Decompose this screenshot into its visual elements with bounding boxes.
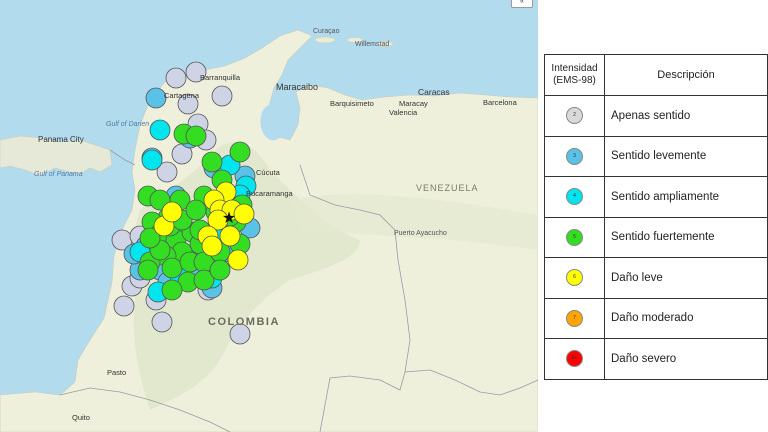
report-symbol-intensity-5[interactable] (161, 279, 183, 301)
intensity-symbol: 4 (566, 188, 583, 206)
legend-row: 3 Sentido levemente (544, 135, 768, 177)
legend-label: Daño severo (604, 338, 768, 380)
legend-label: Sentido levemente (604, 135, 768, 177)
label-curacao: Curaçao (313, 28, 340, 35)
intensity-symbol: 5 (566, 228, 583, 246)
label-caracas: Caracas (418, 87, 450, 97)
label-puerto-ayacucho: Puerto Ayacucho (394, 230, 447, 237)
report-symbol-intensity-6[interactable] (219, 225, 241, 247)
legend-label: Daño moderado (604, 297, 768, 339)
label-colombia: COLOMBIA (208, 316, 280, 328)
legend-header-intensity: Intensidad (EMS-98) (544, 54, 605, 96)
intensity-symbol: 2 (566, 107, 583, 125)
report-symbol-intensity-5[interactable] (161, 257, 183, 279)
legend-label: Daño leve (604, 257, 768, 299)
report-symbol-intensity-5[interactable] (185, 199, 207, 221)
label-barcelona: Barcelona (483, 98, 518, 107)
legend-row: 7 Daño moderado (544, 297, 768, 339)
label-venezuela: VENEZUELA (416, 183, 479, 193)
label-pasto: Pasto (107, 368, 126, 377)
report-symbol-intensity-5[interactable] (229, 141, 251, 163)
label-valencia: Valencia (389, 108, 418, 117)
label-cartagena: Cartagena (164, 91, 200, 100)
label-quito: Quito (72, 413, 90, 422)
report-symbol-intensity-2[interactable] (165, 67, 187, 89)
legend-row: 2 Apenas sentido (544, 95, 768, 137)
legend-label: Apenas sentido (604, 95, 768, 137)
intensity-symbol: 6 (566, 269, 583, 287)
intensity-symbol: 8+ (566, 350, 583, 368)
label-willemstad: Willemstad (355, 41, 389, 48)
report-symbol-intensity-6[interactable] (233, 203, 255, 225)
report-symbol-intensity-2[interactable] (211, 85, 233, 107)
legend-row: 4 Sentido ampliamente (544, 176, 768, 218)
legend-row: 5 Sentido fuertemente (544, 216, 768, 258)
legend-label: Sentido fuertemente (604, 216, 768, 258)
report-symbol-intensity-5[interactable] (137, 259, 159, 281)
lake-maracaibo (260, 103, 286, 141)
report-symbol-intensity-6[interactable] (201, 235, 223, 257)
report-symbol-intensity-3[interactable] (145, 87, 167, 109)
report-symbol-intensity-4[interactable] (141, 149, 163, 171)
label-maracay: Maracay (399, 99, 428, 108)
legend-header-description: Descripción (604, 54, 768, 96)
label-cucuta: Cúcuta (256, 168, 281, 177)
collapse-button[interactable]: « (511, 0, 533, 8)
report-symbol-intensity-2[interactable] (151, 311, 173, 333)
report-symbol-intensity-6[interactable] (227, 249, 249, 271)
report-symbol-intensity-5[interactable] (209, 259, 231, 281)
report-symbol-intensity-5[interactable] (185, 125, 207, 147)
label-gulf-panama: Gulf of Panama (34, 171, 83, 178)
legend-row: 6 Daño leve (544, 257, 768, 299)
label-barranquilla: Barranquilla (200, 73, 241, 82)
black-star-icon[interactable]: ★ (222, 208, 236, 227)
report-symbol-intensity-5[interactable] (201, 151, 223, 173)
report-symbol-intensity-2[interactable] (113, 295, 135, 317)
report-symbol-intensity-4[interactable] (149, 119, 171, 141)
legend-label: Sentido ampliamente (604, 176, 768, 218)
intensity-symbol: 3 (566, 147, 583, 165)
intensity-legend: Intensidad (EMS-98) Descripción 2 Apenas… (544, 54, 768, 380)
label-maracaibo: Maracaibo (276, 82, 318, 92)
map-canvas[interactable]: ★ Curaçao Willemstad Barranquilla Cartag… (0, 0, 538, 432)
report-symbol-intensity-6[interactable] (161, 201, 183, 223)
label-bucaramanga: Bucaramanga (246, 189, 294, 198)
intensity-symbol: 7 (566, 309, 583, 327)
intensity-map[interactable]: ★ Curaçao Willemstad Barranquilla Cartag… (0, 0, 538, 432)
legend-row: 8+ Daño severo (544, 338, 768, 380)
label-barquisimeto: Barquisimeto (330, 99, 374, 108)
label-panama-city: Panama City (38, 135, 84, 144)
label-gulf-darien: Gulf of Darien (106, 121, 149, 128)
